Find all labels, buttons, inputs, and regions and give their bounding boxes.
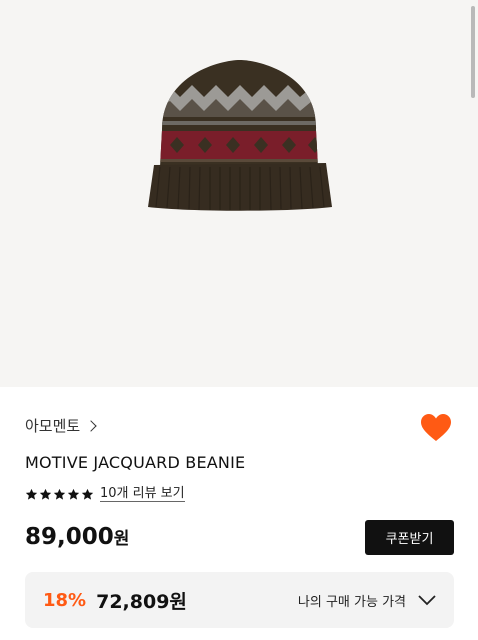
star-icon (39, 488, 52, 500)
scrollbar[interactable] (471, 6, 475, 98)
discount-rate: 18% (43, 589, 87, 611)
product-info: 아모멘토 MOTIVE JACQUARD BEANIE 10개 리뷰 보기 89… (0, 387, 478, 640)
my-price-label: 나의 구매 가능 가격 (297, 594, 406, 610)
brand-link[interactable]: 아모멘토 (25, 415, 97, 436)
star-icon (67, 488, 80, 500)
brand-name: 아모멘토 (25, 417, 81, 435)
review-link[interactable]: 10개 리뷰 보기 (100, 486, 185, 502)
rating: 10개 리뷰 보기 (25, 486, 185, 502)
chevron-down-icon[interactable] (418, 594, 436, 606)
sale-price-value: 72,809 (96, 590, 170, 613)
sale-price-currency: 원 (169, 590, 187, 613)
star-icon (25, 488, 38, 500)
price-value: 89,000 (25, 524, 114, 550)
product-price: 89,000원 (25, 524, 129, 550)
beanie-image (148, 60, 332, 211)
rating-stars (25, 488, 94, 501)
product-title: MOTIVE JACQUARD BEANIE (25, 453, 246, 472)
product-image[interactable] (0, 0, 478, 387)
star-icon (53, 488, 66, 500)
sale-price: 72,809원 (96, 587, 187, 614)
my-price-box[interactable]: 18% 72,809원 나의 구매 가능 가격 (25, 572, 454, 628)
coupon-button[interactable]: 쿠폰받기 (365, 520, 454, 555)
star-icon (81, 488, 94, 500)
heart-icon[interactable] (420, 413, 452, 443)
chevron-right-icon (85, 419, 97, 432)
price-currency: 원 (113, 529, 130, 549)
